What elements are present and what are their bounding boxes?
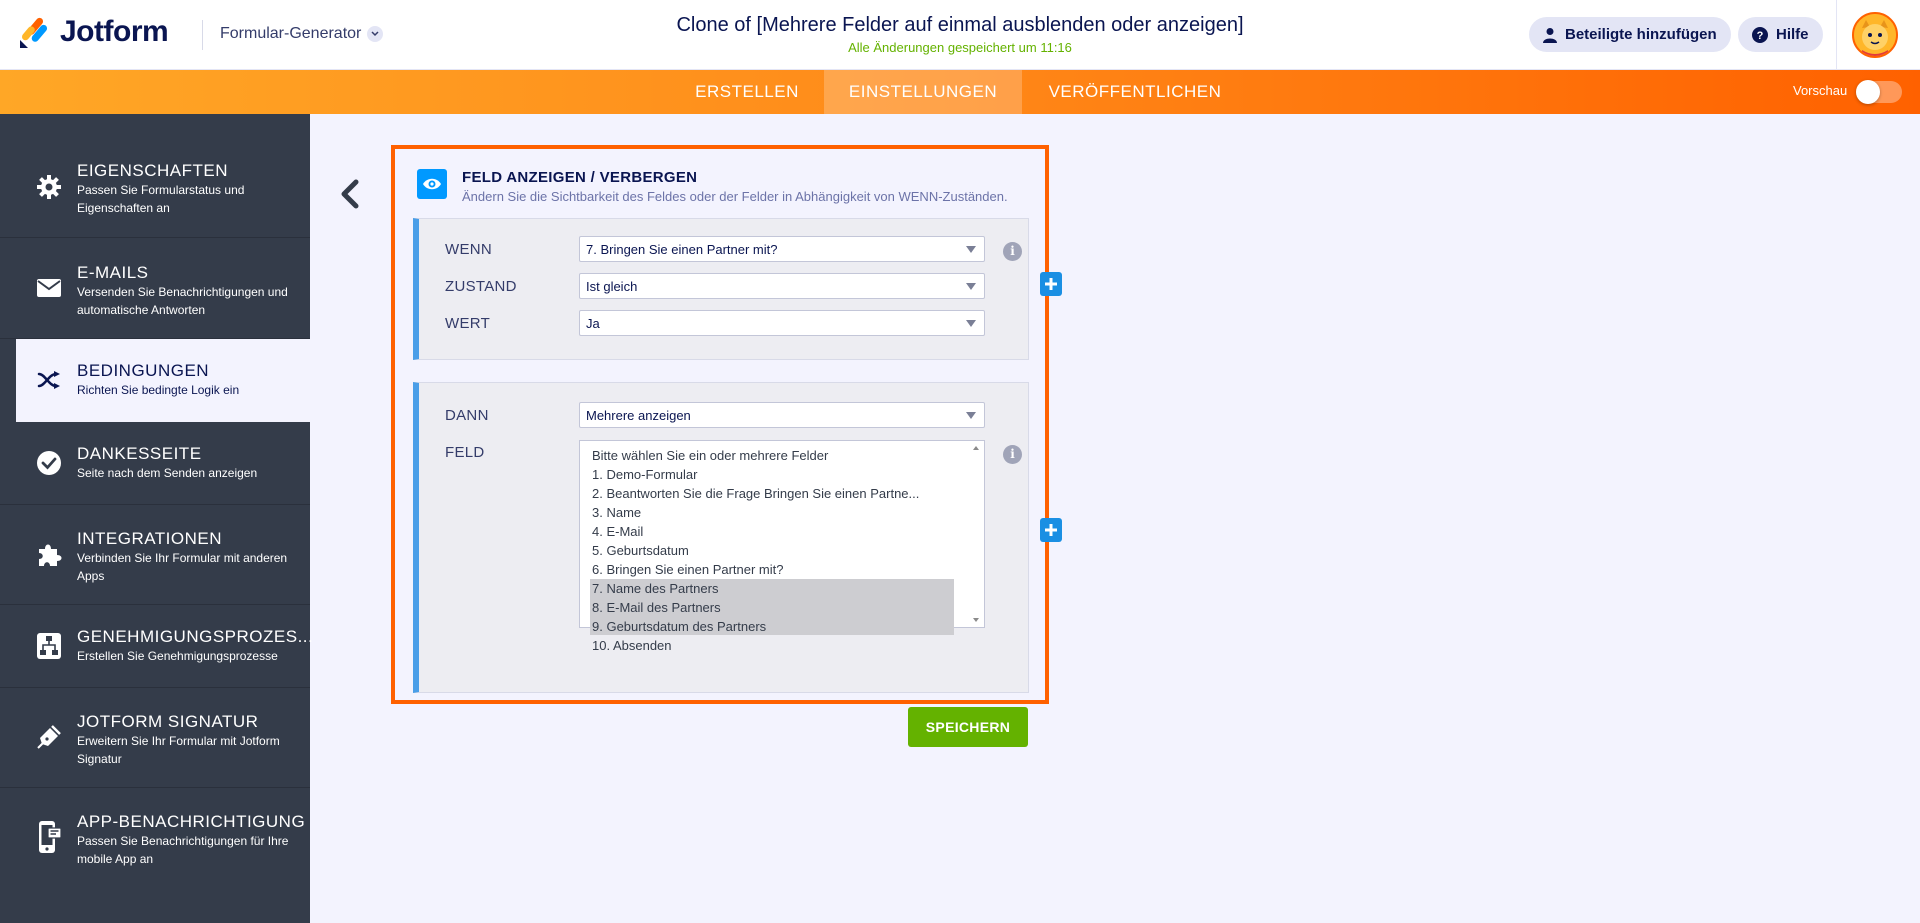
condition-subtitle: Ändern Sie die Sichtbarkeit des Feldes o… [462, 189, 1008, 204]
list-item[interactable]: 3. Name [590, 503, 954, 522]
info-icon[interactable]: i [1003, 242, 1022, 261]
sidebar-item-title: DANKESSEITE [77, 444, 202, 463]
list-item[interactable]: 4. E-Mail [590, 522, 954, 541]
condition-card: FELD ANZEIGEN / VERBERGEN Ändern Sie die… [391, 145, 1062, 704]
sidebar-item-desc: Erweitern Sie Ihr Formular mit Jotform S… [77, 734, 280, 766]
plus-icon [1045, 524, 1057, 536]
question-icon: ? [1752, 26, 1768, 43]
sidebar-item-desc: Erstellen Sie Genehmigungsprozesse [77, 649, 278, 663]
shuffle-icon [36, 367, 62, 393]
dann-value: Mehrere anzeigen [586, 408, 691, 423]
wert-select[interactable]: Ja [579, 310, 985, 336]
builder-navbar: ERSTELLEN EINSTELLUNGEN VERÖFFENTLICHEN … [0, 70, 1920, 114]
flowchart-icon [36, 633, 62, 659]
save-button[interactable]: SPEICHERN [908, 707, 1028, 747]
sidebar-item-app-benachrichtigung[interactable]: APP-BENACHRICHTIGUNG Passen Sie Benachri… [0, 788, 310, 888]
zustand-select[interactable]: Ist gleich [579, 273, 985, 299]
tab-veroeffentlichen[interactable]: VERÖFFENTLICHEN [1030, 70, 1240, 114]
plus-icon [1045, 278, 1057, 290]
sidebar-item-desc: Verbinden Sie Ihr Formular mit anderen A… [77, 551, 288, 583]
add-participants-button[interactable]: Beteiligte hinzufügen [1529, 17, 1731, 52]
list-item-selected[interactable]: 9. Geburtsdatum des Partners [590, 617, 954, 635]
tab-erstellen[interactable]: ERSTELLEN [678, 70, 816, 114]
help-button[interactable]: ? Hilfe [1738, 17, 1823, 52]
sidebar-item-jotform-signatur[interactable]: JOTFORM SIGNATUR Erweitern Sie Ihr Formu… [0, 688, 310, 788]
top-header: Jotform Formular-Generator Clone of [Meh… [0, 0, 1920, 70]
check-circle-icon [36, 450, 62, 476]
wenn-value: 7. Bringen Sie einen Partner mit? [586, 242, 778, 257]
zustand-value: Ist gleich [586, 279, 638, 294]
sidebar-item-bedingungen[interactable]: BEDINGUNGEN Richten Sie bedingte Logik e… [16, 339, 310, 422]
preview-toggle[interactable] [1856, 80, 1902, 104]
sidebar-item-title: BEDINGUNGEN [77, 361, 210, 380]
list-item-selected[interactable]: 7. Name des Partners [590, 579, 954, 598]
add-action-button[interactable] [1040, 518, 1062, 542]
zustand-label: ZUSTAND [445, 278, 517, 295]
list-item[interactable]: 5. Geburtsdatum [590, 541, 954, 560]
sidebar-item-title: JOTFORM SIGNATUR [77, 712, 259, 731]
dropdown-arrow-icon [966, 246, 976, 253]
list-item[interactable]: 10. Absenden [590, 636, 954, 655]
field-multiselect[interactable]: Bitte wählen Sie ein oder mehrere Felder… [579, 440, 985, 653]
back-arrow-icon[interactable] [338, 178, 362, 210]
condition-title: FELD ANZEIGEN / VERBERGEN [462, 169, 698, 186]
tab-einstellungen[interactable]: EINSTELLUNGEN [824, 70, 1022, 114]
sidebar-item-emails[interactable]: E-MAILS Versenden Sie Benachrichtigungen… [0, 238, 310, 339]
scroll-up-icon[interactable] [973, 446, 979, 450]
if-block: WENN 7. Bringen Sie einen Partner mit? Z… [413, 218, 1029, 360]
add-participants-label: Beteiligte hinzufügen [1565, 26, 1717, 43]
wert-value: Ja [586, 316, 600, 331]
mobile-icon [36, 821, 62, 853]
sidebar-item-desc: Richten Sie bedingte Logik ein [77, 383, 240, 397]
pen-icon [36, 724, 62, 750]
dropdown-arrow-icon [966, 412, 976, 419]
settings-sidebar: EIGENSCHAFTEN Passen Sie Formularstatus … [0, 114, 314, 923]
user-avatar[interactable] [1852, 12, 1898, 58]
header-separator [1836, 0, 1837, 70]
list-item[interactable]: Bitte wählen Sie ein oder mehrere Felder [590, 446, 954, 465]
envelope-icon [36, 275, 62, 301]
sidebar-item-eigenschaften[interactable]: EIGENSCHAFTEN Passen Sie Formularstatus … [0, 114, 310, 238]
dropdown-arrow-icon [966, 283, 976, 290]
sidebar-item-title: EIGENSCHAFTEN [77, 161, 229, 180]
dann-select[interactable]: Mehrere anzeigen [579, 402, 985, 428]
preview-label: Vorschau [1793, 83, 1848, 98]
info-icon[interactable]: i [1003, 445, 1022, 464]
list-item[interactable]: 1. Demo-Formular [590, 465, 954, 484]
sidebar-item-dankesseite[interactable]: DANKESSEITE Seite nach dem Senden anzeig… [0, 422, 310, 505]
sidebar-item-title: GENEHMIGUNGSPROZES... [77, 627, 314, 646]
list-item-selected[interactable]: 8. E-Mail des Partners [590, 598, 954, 617]
wenn-label: WENN [445, 241, 493, 258]
dann-label: DANN [445, 407, 489, 424]
svg-text:?: ? [1757, 30, 1764, 42]
toggle-knob [1856, 80, 1880, 104]
sidebar-item-genehmigungsprozesse[interactable]: GENEHMIGUNGSPROZES... Erstellen Sie Gene… [0, 605, 314, 688]
sidebar-item-desc: Versenden Sie Benachrichtigungen und aut… [77, 285, 288, 317]
feld-label: FELD [445, 444, 485, 461]
scroll-down-icon[interactable] [973, 618, 979, 622]
gear-icon [36, 174, 62, 200]
then-block: DANN Mehrere anzeigen FELD Bitte wählen … [413, 382, 1029, 693]
dropdown-arrow-icon [966, 320, 976, 327]
sidebar-item-desc: Seite nach dem Senden anzeigen [77, 466, 258, 480]
puzzle-icon [36, 541, 62, 567]
list-item[interactable]: 6. Bringen Sie einen Partner mit? [590, 560, 954, 579]
wenn-select[interactable]: 7. Bringen Sie einen Partner mit? [579, 236, 985, 262]
add-condition-button[interactable] [1040, 272, 1062, 296]
user-icon [1543, 27, 1557, 43]
sidebar-item-desc: Passen Sie Formularstatus und Eigenschaf… [77, 183, 245, 215]
list-item[interactable]: 2. Beantworten Sie die Frage Bringen Sie… [590, 484, 954, 503]
sidebar-item-desc: Passen Sie Benachrichtigungen für Ihre m… [77, 834, 289, 866]
eye-icon [417, 169, 447, 199]
sidebar-item-title: E-MAILS [77, 263, 149, 282]
wert-label: WERT [445, 315, 491, 332]
help-label: Hilfe [1776, 26, 1809, 43]
sidebar-item-title: APP-BENACHRICHTIGUNG [77, 812, 306, 831]
listbox-scrollbar[interactable] [968, 441, 984, 627]
sidebar-item-integrationen[interactable]: INTEGRATIONEN Verbinden Sie Ihr Formular… [0, 505, 310, 605]
sidebar-item-title: INTEGRATIONEN [77, 529, 223, 548]
